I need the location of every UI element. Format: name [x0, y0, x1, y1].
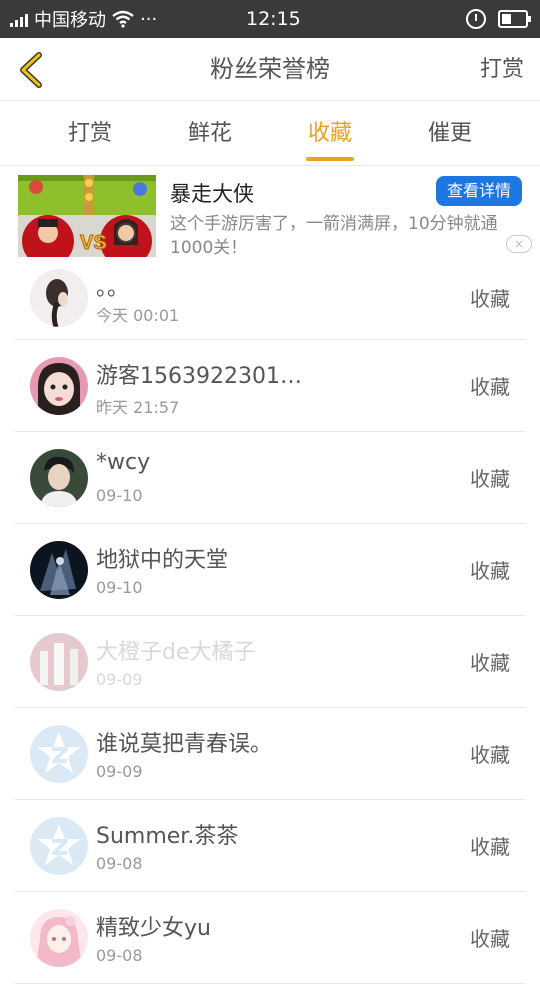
view-details-button[interactable]: 查看详情 [436, 176, 522, 206]
list-item[interactable]: 游客1563922301… 昨天 21:57 收藏 [15, 340, 525, 432]
fan-name: 谁说莫把青春误。 [96, 732, 273, 757]
more-dots: ··· [140, 8, 158, 30]
carrier-label: 中国移动 [34, 10, 106, 31]
list-item[interactable]: Summer.茶茶 09-08 收藏 [15, 800, 525, 892]
fan-name: 。。 [96, 276, 130, 301]
tab-urge-update[interactable]: 催更 [400, 101, 500, 166]
fan-action: 收藏 [470, 651, 510, 675]
navbar: 粉丝荣誉榜 打赏 [0, 38, 540, 101]
tab-bar: 打赏 鲜花 收藏 催更 [0, 101, 540, 166]
page-title: 粉丝荣誉榜 [210, 55, 330, 83]
ad-title: 暴走大侠 [170, 182, 254, 206]
avatar [30, 632, 88, 691]
list-item[interactable]: 精致少女yu 09-08 收藏 [15, 892, 525, 984]
avatar [30, 448, 88, 507]
avatar [30, 540, 88, 599]
list-item[interactable]: 谁说莫把青春误。 09-09 收藏 [15, 708, 525, 800]
tab-reward[interactable]: 打赏 [40, 101, 140, 166]
fan-action: 收藏 [470, 375, 510, 399]
fan-name: 游客1563922301… [96, 364, 302, 389]
battery-icon [498, 10, 531, 28]
avatar [30, 816, 88, 875]
fan-name: 精致少女yu [96, 916, 211, 941]
fan-list: 。。 今天 00:01 收藏 游客1563922301… 昨天 21:57 收藏… [15, 256, 525, 984]
status-bar: 中国移动 ··· 12:15 [0, 0, 540, 38]
fan-name: 地狱中的天堂 [96, 548, 229, 573]
list-item[interactable]: 地狱中的天堂 09-10 收藏 [15, 524, 525, 616]
ad-image[interactable]: VS [18, 175, 156, 257]
fan-action: 收藏 [470, 743, 510, 767]
avatar [30, 356, 88, 415]
ad-description: 这个手游厉害了，一箭消满屏，10分钟就通1000关！ [170, 214, 498, 258]
fan-date: 09-08 [96, 854, 143, 873]
status-left: 中国移动 ··· [10, 0, 157, 38]
fan-name: 大橙子de大橘子 [96, 640, 256, 665]
tab-favorites[interactable]: 收藏 [280, 101, 380, 166]
wifi-icon [112, 10, 134, 28]
fan-date: 09-10 [96, 486, 143, 505]
list-item[interactable]: *wcy 09-10 收藏 [15, 432, 525, 524]
fan-name: Summer.茶茶 [96, 824, 239, 849]
alarm-icon [466, 9, 486, 29]
fan-date: 昨天 21:57 [96, 398, 180, 417]
fan-date: 09-09 [96, 670, 143, 689]
fan-action: 收藏 [470, 835, 510, 859]
reward-button[interactable]: 打赏 [480, 38, 524, 101]
ad-banner[interactable]: VS 暴走大侠 查看详情 这个手游厉害了，一箭消满屏，10分钟就通1000关！ … [0, 166, 540, 258]
fan-name: *wcy [96, 450, 151, 475]
status-right [466, 0, 531, 38]
svg-text:VS: VS [80, 232, 107, 254]
avatar [30, 268, 88, 327]
fan-action: 收藏 [470, 287, 510, 311]
ad-close-icon[interactable]: × [506, 235, 532, 253]
fan-date: 09-08 [96, 946, 143, 965]
fan-date: 09-09 [96, 762, 143, 781]
fan-action: 收藏 [470, 927, 510, 951]
list-item[interactable]: 。。 今天 00:01 收藏 [15, 256, 525, 340]
tab-flowers[interactable]: 鲜花 [160, 101, 260, 166]
fan-action: 收藏 [470, 559, 510, 583]
list-item[interactable]: 大橙子de大橘子 09-09 收藏 [15, 616, 525, 708]
avatar [30, 908, 88, 967]
fan-date: 今天 00:01 [96, 306, 180, 325]
signal-icon [10, 11, 28, 27]
status-time: 12:15 [246, 8, 301, 30]
avatar [30, 724, 88, 783]
fan-date: 09-10 [96, 578, 143, 597]
fan-action: 收藏 [470, 467, 510, 491]
